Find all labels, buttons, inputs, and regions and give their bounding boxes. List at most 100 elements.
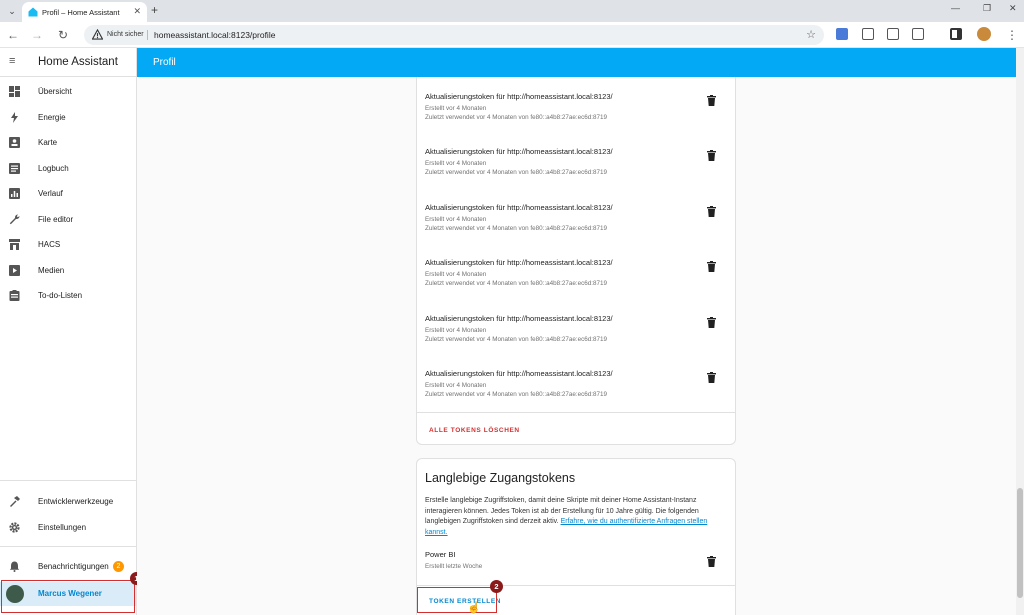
- scrollbar-thumb[interactable]: [1017, 488, 1023, 598]
- sidebar-item-label: Entwicklerwerkzeuge: [38, 497, 114, 506]
- token-created: Erstellt vor 4 Monaten: [425, 160, 487, 167]
- hammer-icon: [10, 496, 20, 507]
- browser-tab[interactable]: Profil – Home Assistant ✕: [22, 2, 147, 22]
- trash-icon[interactable]: [707, 317, 716, 328]
- store-icon: [9, 239, 20, 250]
- token-last-used: Zuletzt verwendet vor 4 Monaten von fe80…: [425, 169, 608, 176]
- sidebar-item-notifications[interactable]: Benachrichtigungen 2: [0, 556, 136, 578]
- not-secure-label[interactable]: Nicht sicher: [107, 31, 144, 38]
- extension-icon[interactable]: [887, 28, 899, 40]
- list-item: Aktualisierungstoken für http://homeassi…: [425, 203, 730, 248]
- token-last-used: Zuletzt verwendet vor 4 Monaten von fe80…: [425, 280, 608, 287]
- main-content: Aktualisierungstoken für http://homeassi…: [137, 77, 1016, 615]
- sidebar-item-label: Karte: [38, 138, 58, 147]
- trash-icon[interactable]: [707, 150, 716, 161]
- highlight-box-create-token: [417, 587, 497, 613]
- highlight-box-user: [1, 580, 135, 613]
- token-name: Aktualisierungstoken für http://homeassi…: [425, 258, 613, 267]
- extension-icon[interactable]: [862, 28, 874, 40]
- sidebar-item-settings[interactable]: Einstellungen: [0, 517, 136, 539]
- menu-collapse-icon[interactable]: ≡: [9, 55, 15, 67]
- sidebar-item-logbook[interactable]: Logbuch: [0, 158, 136, 180]
- page-scrollbar[interactable]: [1016, 48, 1024, 615]
- token-name: Aktualisierungstoken für http://homeassi…: [425, 92, 613, 101]
- puzzle-icon[interactable]: [912, 28, 924, 40]
- back-icon[interactable]: ←: [4, 26, 22, 44]
- card-title: Langlebige Zugangstokens: [425, 471, 576, 485]
- trash-icon[interactable]: [707, 206, 716, 217]
- browser-tab-bar: ⌄ Profil – Home Assistant ✕ + — ❐ ✕: [0, 0, 1024, 22]
- new-tab-icon[interactable]: +: [151, 3, 158, 17]
- app-title: Home Assistant: [38, 56, 118, 68]
- kebab-menu-icon[interactable]: ⋮: [1003, 26, 1021, 44]
- restore-icon[interactable]: ❐: [983, 3, 991, 14]
- list-item: Aktualisierungstoken für http://homeassi…: [425, 258, 730, 303]
- dashboard-icon: [9, 86, 20, 97]
- sidebar-item-todo[interactable]: To-do-Listen: [0, 285, 136, 307]
- bookmark-star-icon[interactable]: ☆: [806, 28, 816, 41]
- forward-icon[interactable]: →: [28, 26, 46, 44]
- token-created: Erstellt vor 4 Monaten: [425, 216, 487, 223]
- sidebar-item-label: Einstellungen: [38, 523, 87, 532]
- tab-title: Profil – Home Assistant: [42, 8, 120, 17]
- token-last-used: Zuletzt verwendet vor 4 Monaten von fe80…: [425, 225, 608, 232]
- trash-icon[interactable]: [707, 95, 716, 106]
- token-name: Aktualisierungstoken für http://homeassi…: [425, 369, 613, 378]
- delete-all-tokens-button[interactable]: ALLE TOKENS LÖSCHEN: [429, 427, 520, 434]
- token-created: Erstellt vor 4 Monaten: [425, 382, 487, 389]
- token-created: Erstellt vor 4 Monaten: [425, 105, 487, 112]
- lightning-icon: [11, 112, 18, 123]
- bell-icon: [9, 561, 20, 572]
- token-created: Erstellt vor 4 Monaten: [425, 327, 487, 334]
- sidebar-item-overview[interactable]: Übersicht: [0, 81, 136, 103]
- reload-icon[interactable]: ↻: [54, 26, 72, 44]
- sidebar-item-label: Übersicht: [38, 87, 72, 96]
- page-title: Profil: [153, 57, 176, 68]
- refresh-tokens-card: Aktualisierungstoken für http://homeassi…: [416, 77, 736, 445]
- sidebar-item-label: Medien: [38, 266, 65, 275]
- token-last-used: Zuletzt verwendet vor 4 Monaten von fe80…: [425, 336, 608, 343]
- address-bar[interactable]: Nicht sicher homeassistant.local:8123/pr…: [84, 25, 824, 45]
- token-name: Aktualisierungstoken für http://homeassi…: [425, 203, 613, 212]
- sidebar-header: ≡ Home Assistant: [0, 48, 137, 77]
- browser-toolbar: ← → ↻ Nicht sicher homeassistant.local:8…: [0, 22, 1024, 48]
- sidebar-item-hacs[interactable]: HACS: [0, 234, 136, 256]
- token-created: Erstellt letzte Woche: [425, 563, 483, 570]
- list-item: Aktualisierungstoken für http://homeassi…: [425, 147, 730, 192]
- side-panel-icon[interactable]: [950, 28, 962, 40]
- minimize-icon[interactable]: —: [951, 3, 960, 13]
- sidebar-item-energy[interactable]: Energie: [0, 107, 136, 129]
- sidebar-item-map[interactable]: Karte: [0, 132, 136, 154]
- tab-close-icon[interactable]: ✕: [133, 6, 141, 17]
- profile-avatar[interactable]: [977, 27, 991, 41]
- trash-icon[interactable]: [707, 372, 716, 383]
- card-description: Erstelle langlebige Zugriffstoken, damit…: [425, 497, 708, 536]
- url-text[interactable]: homeassistant.local:8123/profile: [154, 30, 275, 40]
- sidebar-item-label: Benachrichtigungen: [38, 562, 109, 571]
- map-icon: [9, 137, 20, 148]
- warning-icon: [92, 29, 103, 40]
- logbook-icon: [9, 163, 20, 174]
- token-last-used: Zuletzt verwendet vor 4 Monaten von fe80…: [425, 391, 608, 398]
- sidebar-item-label: Verlauf: [38, 189, 63, 198]
- tab-search-icon[interactable]: ⌄: [5, 4, 19, 18]
- trash-icon[interactable]: [707, 556, 716, 567]
- trash-icon[interactable]: [707, 261, 716, 272]
- page-header: Profil: [137, 48, 1016, 77]
- list-item: Aktualisierungstoken für http://homeassi…: [425, 369, 730, 414]
- list-item: Power BI Erstellt letzte Woche: [425, 550, 730, 575]
- sidebar-item-label: Energie: [38, 113, 66, 122]
- token-name: Power BI: [425, 550, 456, 559]
- sidebar-item-label: HACS: [38, 240, 61, 249]
- media-icon: [9, 265, 20, 276]
- sidebar-item-history[interactable]: Verlauf: [0, 183, 136, 205]
- window-close-icon[interactable]: ✕: [1009, 3, 1017, 14]
- sidebar: Übersicht Energie Karte Logbuch Verlauf …: [0, 77, 137, 615]
- translate-extension-icon[interactable]: [836, 28, 848, 40]
- notification-count-badge: 2: [113, 561, 124, 572]
- sidebar-item-media[interactable]: Medien: [0, 260, 136, 282]
- sidebar-item-file-editor[interactable]: File editor: [0, 209, 136, 231]
- clipboard-icon: [9, 290, 20, 301]
- home-assistant-favicon-icon: [28, 7, 38, 17]
- sidebar-item-dev-tools[interactable]: Entwicklerwerkzeuge: [0, 491, 136, 513]
